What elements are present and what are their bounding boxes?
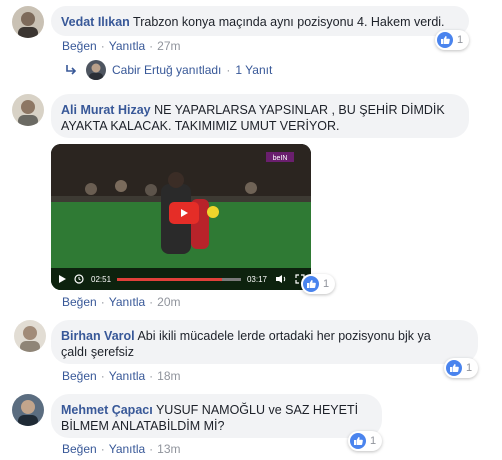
avatar-cabir [86,60,106,80]
comment-author[interactable]: Mehmet Çapacı [61,403,153,417]
separator: · [149,39,154,53]
reaction-count[interactable]: 1 [444,358,479,378]
play-small-icon[interactable] [57,274,67,284]
reaction-count[interactable]: 1 [435,30,470,50]
comment-bubble: Vedat Ilıkan Trabzon konya maçında aynı … [51,6,469,36]
video-player[interactable]: beIN 02:51 03:17 [51,144,311,290]
comment-text-line2: BİLMEM ANLATABİLDİM Mİ? [61,419,225,433]
replay-icon[interactable] [73,273,85,285]
avatar-birhan[interactable] [14,320,46,352]
comment-author[interactable]: Birhan Varol [61,329,135,343]
video-controls: 02:51 03:17 [51,268,311,290]
reaction-number: 1 [457,34,464,46]
timestamp[interactable]: 13m [157,442,180,456]
like-icon [437,32,453,48]
avatar-ali[interactable] [12,94,44,126]
reaction-number: 1 [466,362,473,374]
separator: · [149,295,154,309]
reply-count[interactable]: 1 Yanıt [235,63,272,77]
comment-bubble: Ali Murat Hizay NE YAPARLARSA YAPSINLAR … [51,94,469,138]
reply-arrow-icon [66,65,77,75]
comment-actions: Beğen · Yanıtla · 13m [62,442,181,456]
timestamp[interactable]: 18m [157,369,180,383]
comment-actions: Beğen · Yanıtla · 20m [62,295,181,309]
timestamp[interactable]: 20m [157,295,180,309]
reply-summary-text[interactable]: Cabir Ertuğ yanıtladı [112,63,221,77]
like-icon [350,433,366,449]
reaction-number: 1 [370,435,377,447]
separator: · [226,63,231,77]
reaction-count[interactable]: 1 [348,431,383,451]
seek-bar[interactable] [117,277,241,281]
reply-link[interactable]: Yanıtla [109,39,145,53]
separator: · [149,442,154,456]
comment-author[interactable]: Ali Murat Hizay [61,103,151,117]
seek-progress [117,277,223,281]
reply-link[interactable]: Yanıtla [109,442,145,456]
reply-link[interactable]: Yanıtla [109,369,145,383]
reaction-count[interactable]: 1 [301,274,336,294]
comment-text: Trabzon konya maçında aynı pozisyonu 4. … [133,15,445,29]
like-link[interactable]: Beğen [62,295,97,309]
separator: · [149,369,154,383]
like-link[interactable]: Beğen [62,369,97,383]
timestamp[interactable]: 27m [157,39,180,53]
comment-author[interactable]: Vedat Ilıkan [61,15,130,29]
reply-summary[interactable]: Cabir Ertuğ yanıtladı · 1 Yanıt [64,60,272,80]
like-link[interactable]: Beğen [62,442,97,456]
comment-bubble: Birhan Varol Abi ikili mücadele lerde or… [51,320,478,364]
comment-text-line1: Abi ikili mücadele lerde ortadaki her po… [137,329,431,343]
reaction-number: 1 [323,278,330,290]
like-icon [446,360,462,376]
separator: · [100,369,105,383]
comment-text-line2: AYAKTA KALACAK. TAKIMIMIZ UMUT VERİYOR. [61,119,340,133]
comment-bubble: Mehmet Çapacı YUSUF NAMOĞLU ve SAZ HEYET… [51,394,382,438]
separator: · [100,295,105,309]
channel-badge: beIN [273,155,288,162]
comment-text-line1: YUSUF NAMOĞLU ve SAZ HEYETİ [155,403,359,417]
reply-link[interactable]: Yanıtla [109,295,145,309]
separator: · [100,442,105,456]
play-icon [181,209,188,217]
like-icon [303,276,319,292]
avatar-vedat[interactable] [12,6,44,38]
comment-actions: Beğen · Yanıtla · 18m [62,369,181,383]
volume-icon[interactable] [275,274,287,284]
comment-actions: Beğen · Yanıtla · 27m [62,39,181,53]
comment-text-line2: çaldı şerefsiz [61,345,134,359]
comment-text-line1: NE YAPARLARSA YAPSINLAR , BU ŞEHİR DİMDİ… [154,103,445,117]
current-time: 02:51 [91,274,112,284]
separator: · [100,39,105,53]
like-link[interactable]: Beğen [62,39,97,53]
duration: 03:17 [246,274,267,284]
avatar-mehmet[interactable] [12,394,44,426]
play-button[interactable] [169,202,199,224]
